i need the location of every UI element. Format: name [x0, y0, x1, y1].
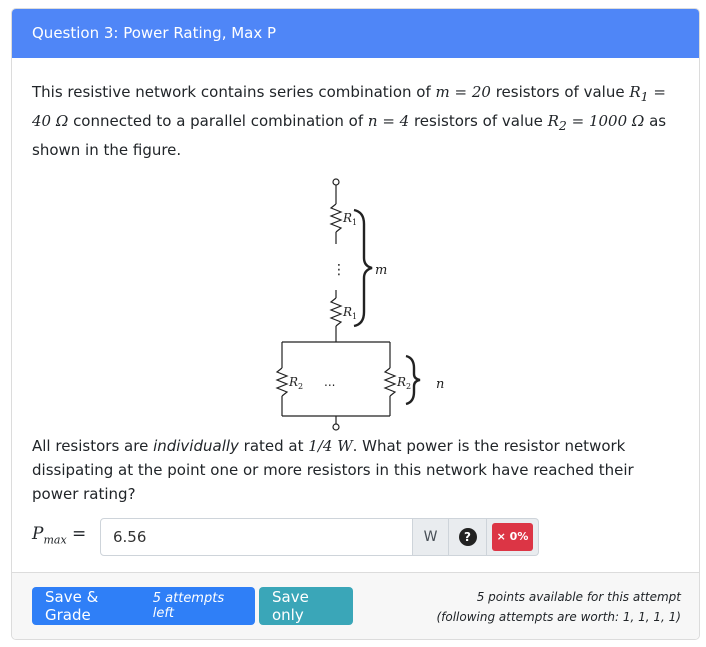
help-icon[interactable]: ?	[458, 528, 477, 546]
save-grade-label: Save & Grade	[45, 588, 99, 624]
resistor-r2-right	[383, 367, 397, 397]
help-addon[interactable]: ?	[449, 518, 487, 556]
card-footer: Save & Grade 5 attempts left Save only 5…	[12, 572, 699, 639]
r1-bottom-label: R1	[342, 305, 357, 321]
text-segment: resistors of value	[409, 112, 548, 130]
question-body: This resistive network contains series c…	[12, 58, 699, 556]
resistor-r2-left	[275, 367, 289, 397]
n-label: n	[436, 377, 444, 392]
answer-row: Pmax = 6.56 W ? × 0%	[32, 518, 679, 556]
question-paragraph-1: This resistive network contains series c…	[32, 80, 679, 162]
m-brace	[353, 208, 373, 328]
answer-input[interactable]: 6.56	[100, 518, 413, 556]
resistor-r1-bottom	[329, 297, 343, 327]
score-addon: × 0%	[487, 518, 539, 556]
r2-value: = 1000 Ω	[566, 112, 645, 130]
r2-symbol: R2	[547, 112, 567, 133]
text-segment: All resistors are	[32, 437, 154, 455]
question-title: Question 3: Power Rating, Max P	[12, 9, 699, 58]
parallel-ellipsis: ...	[324, 375, 335, 389]
top-terminal	[332, 178, 340, 186]
circuit-diagram: R1 R1 m R2 R2 n ⋮ ...	[275, 178, 444, 431]
answer-label: Pmax =	[32, 523, 87, 547]
resistor-r1-top	[329, 203, 343, 233]
series-ellipsis: ⋮	[332, 262, 346, 278]
n-brace	[405, 354, 421, 406]
n-value: n = 4	[367, 112, 410, 130]
points-note: 5 points available for this attempt (fol…	[436, 590, 681, 624]
text-segment: connected to a parallel combination of	[68, 112, 368, 130]
r2-right-label: R2	[396, 375, 411, 391]
save-and-grade-button[interactable]: Save & Grade 5 attempts left	[32, 587, 255, 625]
text-segment: This resistive network contains series c…	[32, 83, 436, 101]
m-value: m = 20	[435, 83, 491, 101]
r2-left-label: R2	[288, 375, 303, 391]
unit-addon: W	[413, 518, 449, 556]
question-card: Question 3: Power Rating, Max P This res…	[11, 8, 700, 640]
circuit-figure: R1 R1 m R2 R2 n ⋮ ...	[32, 162, 679, 434]
question-paragraph-2: All resistors are individually rated at …	[32, 434, 679, 506]
power-rating: 1/4 W	[308, 437, 353, 455]
r1-symbol: R1	[629, 83, 649, 104]
score-badge: × 0%	[491, 523, 534, 551]
text-segment: rated at	[238, 437, 309, 455]
attempts-left: 5 attempts left	[152, 591, 225, 621]
save-only-button[interactable]: Save only	[259, 587, 353, 625]
bottom-terminal	[332, 423, 340, 431]
r1-top-label: R1	[342, 211, 357, 227]
m-label: m	[375, 263, 387, 278]
text-segment: resistors of value	[490, 83, 630, 101]
emphasis-text: individually	[153, 437, 239, 455]
